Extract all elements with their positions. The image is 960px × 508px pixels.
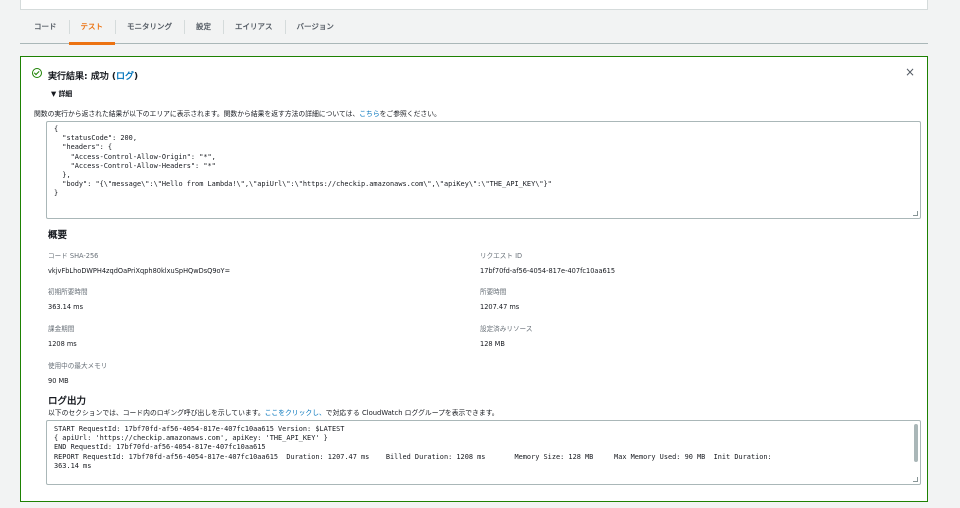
log-output-text: START RequestId: 17bf70fd-af56-4054-817e… <box>54 425 772 470</box>
result-output-text: { "statusCode": 200, "headers": { "Acces… <box>54 125 552 198</box>
duration-field: 所要時間 1207.47 ms <box>480 288 520 311</box>
summary-heading: 概要 <box>48 230 68 241</box>
top-card <box>20 0 928 10</box>
details-toggle[interactable]: ▼ 詳細 <box>51 88 72 98</box>
billed-duration-field: 課金期間 1208 ms <box>48 325 77 348</box>
cloudwatch-link[interactable]: ここをクリックし、 <box>265 409 326 417</box>
scrollbar-thumb[interactable] <box>914 424 918 462</box>
tab-configuration[interactable]: 設定 <box>184 14 223 44</box>
request-id-field: リクエスト ID 17bf70fd-af56-4054-817e-407fc10… <box>480 252 616 275</box>
result-output-textarea[interactable]: { "statusCode": 200, "headers": { "Acces… <box>46 121 921 219</box>
tab-aliases[interactable]: エイリアス <box>223 14 285 44</box>
log-output-heading: ログ出力 <box>48 396 87 407</box>
init-duration-field: 初期所要時間 363.14 ms <box>48 288 88 311</box>
success-check-icon <box>32 68 42 78</box>
log-output-textarea[interactable]: START RequestId: 17bf70fd-af56-4054-817e… <box>46 420 921 485</box>
log-description: 以下のセクションでは、コード内のロギング呼び出しを示しています。ここをクリックし… <box>48 409 499 417</box>
tab-code[interactable]: コード <box>20 14 69 44</box>
resize-handle-icon[interactable] <box>913 477 918 482</box>
max-memory-field: 使用中の最大メモリ 90 MB <box>48 362 108 385</box>
code-sha-field: コード SHA-256 vkjvFbLhoDWPH4zqdOaPriXqph80… <box>48 252 231 275</box>
resources-field: 設定済みリソース 128 MB <box>480 325 533 348</box>
logs-link[interactable]: ログ <box>116 72 134 82</box>
execution-result-panel: 実行結果: 成功 (ログ) × ▼ 詳細 関数の実行から返された結果が以下のエリ… <box>20 56 928 502</box>
close-icon[interactable]: × <box>905 65 915 79</box>
result-title: 実行結果: 成功 (ログ) <box>48 72 139 82</box>
resize-handle-icon[interactable] <box>913 211 918 216</box>
result-description: 関数の実行から返された結果が以下のエリアに表示されます。関数から結果を返す方法の… <box>34 110 441 118</box>
tab-versions[interactable]: バージョン <box>284 14 346 44</box>
tab-bar: コード テスト モニタリング 設定 エイリアス バージョン <box>20 14 928 45</box>
docs-link[interactable]: こちら <box>359 110 379 118</box>
tab-test[interactable]: テスト <box>68 14 116 45</box>
tab-monitoring[interactable]: モニタリング <box>115 14 184 44</box>
